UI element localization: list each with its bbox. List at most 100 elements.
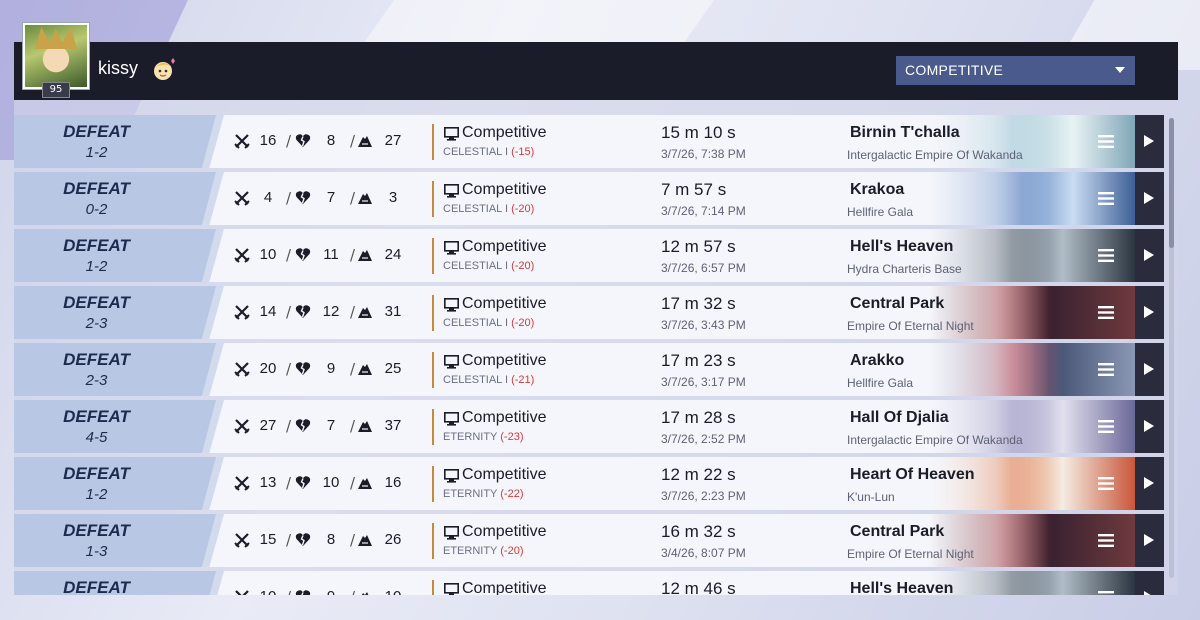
rank-tier: CELESTIAL I xyxy=(443,317,509,329)
assists-value: 31 xyxy=(384,303,402,320)
rank-info: CELESTIAL I (-15) xyxy=(443,146,534,158)
match-mode: Competitive xyxy=(462,124,547,141)
game-mode-dropdown[interactable]: COMPETITIVE xyxy=(896,56,1135,85)
assists-value: 10 xyxy=(382,588,404,595)
menu-icon[interactable] xyxy=(1098,306,1114,319)
rank-tier: CELESTIAL I xyxy=(443,146,509,158)
broken-heart-icon xyxy=(295,134,311,147)
result-banner: DEFEAT 2-3 xyxy=(14,286,216,339)
match-mode: Competitive xyxy=(462,238,547,255)
map-location: K'un-Lun xyxy=(847,490,895,504)
match-row[interactable]: DEFEAT 2-3 14 / 12 / 31 Competitive CELE… xyxy=(14,286,1164,339)
rank-tier: ETERNITY xyxy=(443,431,498,443)
match-row[interactable]: DEFEAT 1-2 16 / 8 / 27 Competitive CELES… xyxy=(14,115,1164,168)
rank-tier: CELESTIAL I xyxy=(443,260,509,272)
match-result: DEFEAT xyxy=(63,293,130,312)
map-thumbnail-fade xyxy=(929,172,1049,225)
play-replay-button[interactable] xyxy=(1135,571,1164,595)
stat-separator: / xyxy=(350,189,356,207)
rank-info: ETERNITY (-20) xyxy=(443,545,524,557)
scrollbar[interactable] xyxy=(1169,118,1174,578)
deaths-value: 11 xyxy=(323,246,339,263)
crossed-swords-icon xyxy=(234,362,250,377)
match-row[interactable]: DEFEAT 1-2 10 / 11 / 24 Competitive CELE… xyxy=(14,229,1164,282)
match-row[interactable]: DEFEAT 4-5 27 / 7 / 37 Competitive ETERN… xyxy=(14,400,1164,453)
map-name: Hall Of Djalia xyxy=(850,409,949,426)
match-result: DEFEAT xyxy=(63,521,130,540)
match-duration: 12 m 57 s xyxy=(661,237,736,256)
match-duration: 17 m 28 s xyxy=(661,408,736,427)
match-score: 2-3 xyxy=(85,372,108,389)
menu-icon[interactable] xyxy=(1098,249,1114,262)
crossed-swords-icon xyxy=(234,419,250,434)
stat-separator: / xyxy=(350,303,356,321)
play-replay-button[interactable] xyxy=(1135,400,1164,453)
stat-separator: / xyxy=(350,360,356,378)
match-result: DEFEAT xyxy=(63,464,130,483)
play-replay-button[interactable] xyxy=(1135,229,1164,282)
menu-icon[interactable] xyxy=(1098,591,1114,595)
match-result: DEFEAT xyxy=(63,179,130,198)
helping-hand-icon xyxy=(358,421,372,432)
match-duration: 12 m 22 s xyxy=(661,465,736,484)
menu-icon[interactable] xyxy=(1098,135,1114,148)
monitor-icon xyxy=(444,526,459,540)
play-replay-button[interactable] xyxy=(1135,457,1164,510)
broken-heart-icon xyxy=(295,419,311,432)
menu-icon[interactable] xyxy=(1098,534,1114,547)
assists-value: 24 xyxy=(384,246,402,263)
kills-value: 16 xyxy=(259,132,277,149)
menu-icon[interactable] xyxy=(1098,477,1114,490)
stat-separator: / xyxy=(350,132,356,150)
match-duration: 7 m 57 s xyxy=(661,180,727,199)
rank-info: CELESTIAL I (-21) xyxy=(443,374,534,386)
helping-hand-icon xyxy=(358,535,372,546)
match-row[interactable]: DEFEAT 0-2 4 / 7 / 3 Competitive CELESTI… xyxy=(14,172,1164,225)
menu-icon[interactable] xyxy=(1098,420,1114,433)
crossed-swords-icon xyxy=(234,533,250,548)
match-datetime: 3/4/26, 8:07 PM xyxy=(661,546,746,560)
rank-delta: (-20) xyxy=(511,203,535,215)
rank-tier: ETERNITY xyxy=(443,545,498,557)
play-replay-button[interactable] xyxy=(1135,286,1164,339)
helping-hand-icon xyxy=(358,193,372,204)
crossed-swords-icon xyxy=(234,191,250,206)
match-row[interactable]: DEFEAT 1-3 15 / 8 / 26 Competitive ETERN… xyxy=(14,514,1164,567)
monitor-icon xyxy=(444,127,459,141)
play-replay-button[interactable] xyxy=(1135,343,1164,396)
crossed-swords-icon xyxy=(234,476,250,491)
play-replay-button[interactable] xyxy=(1135,172,1164,225)
mode-divider xyxy=(432,523,434,559)
match-datetime: 3/7/26, 3:43 PM xyxy=(661,318,746,332)
monitor-icon xyxy=(444,184,459,198)
player-level-badge: 95 xyxy=(42,82,70,98)
map-location: Hellfire Gala xyxy=(847,205,914,219)
map-location: Hydra Charteris Base xyxy=(847,262,962,276)
match-datetime: 3/7/26, 7:14 PM xyxy=(661,204,746,218)
play-replay-button[interactable] xyxy=(1135,514,1164,567)
match-row[interactable]: DEFEAT 1-2 13 / 10 / 16 Competitive ETER… xyxy=(14,457,1164,510)
play-replay-button[interactable] xyxy=(1135,115,1164,168)
match-history-list[interactable]: DEFEAT 1-2 16 / 8 / 27 Competitive CELES… xyxy=(14,100,1178,595)
menu-icon[interactable] xyxy=(1098,363,1114,376)
match-datetime: 3/7/26, 3:17 PM xyxy=(661,375,746,389)
broken-heart-icon xyxy=(295,476,311,489)
match-mode: Competitive xyxy=(462,181,547,198)
result-banner: DEFEAT xyxy=(14,571,216,595)
map-name: Hell's Heaven xyxy=(850,580,954,595)
rank-delta: (-22) xyxy=(500,488,524,500)
menu-icon[interactable] xyxy=(1098,192,1114,205)
scrollbar-thumb[interactable] xyxy=(1169,118,1174,248)
match-result: DEFEAT xyxy=(63,407,130,426)
match-mode: Competitive xyxy=(462,580,547,595)
match-duration: 12 m 46 s xyxy=(661,579,736,595)
map-location: Empire Of Eternal Night xyxy=(847,547,974,561)
broken-heart-icon xyxy=(295,248,311,261)
stat-separator: / xyxy=(286,360,292,378)
match-duration: 17 m 32 s xyxy=(661,294,736,313)
match-row[interactable]: DEFEAT 10 / 9 / 10 Competitive 12 m 46 s xyxy=(14,571,1164,595)
map-location: Intergalactic Empire Of Wakanda xyxy=(847,148,1023,162)
match-row[interactable]: DEFEAT 2-3 20 / 9 / 25 Competitive CELES… xyxy=(14,343,1164,396)
rank-info: ETERNITY (-23) xyxy=(443,431,524,443)
player-avatar[interactable] xyxy=(22,22,90,90)
